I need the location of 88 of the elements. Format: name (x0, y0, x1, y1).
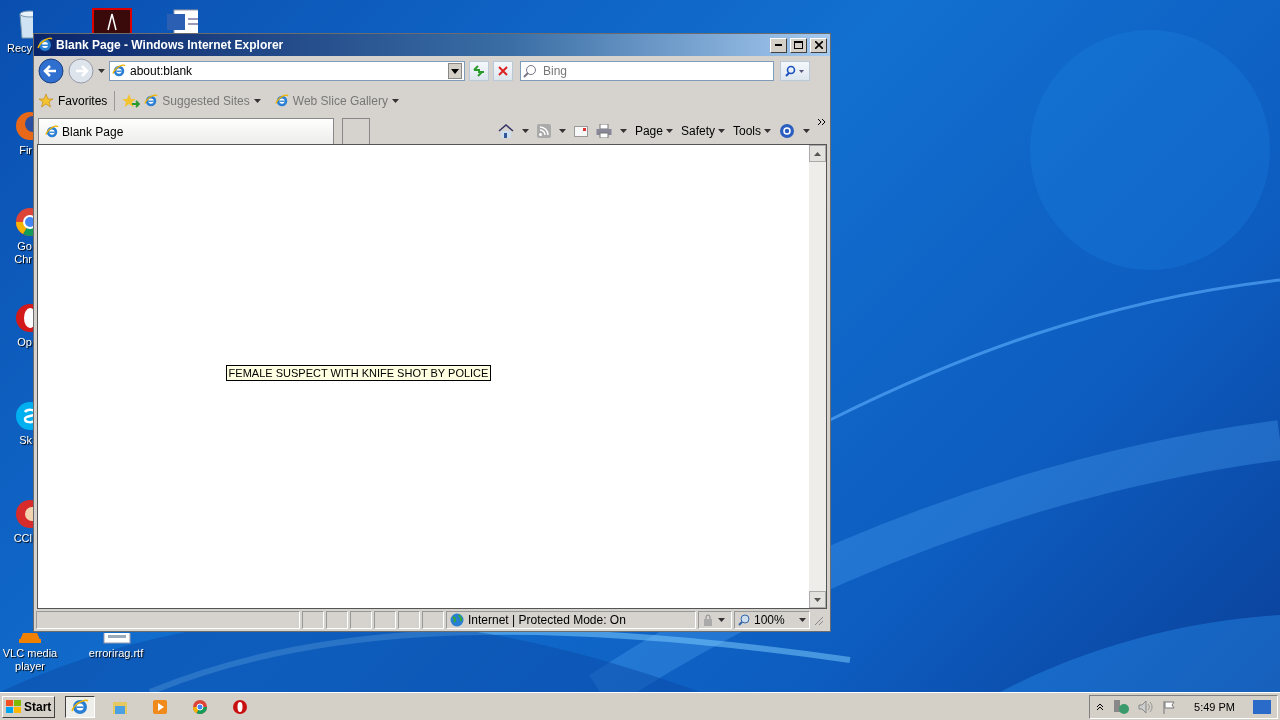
command-menu[interactable]: Page (634, 124, 673, 138)
e-logo-icon (112, 64, 126, 78)
icon-label: Chr (14, 253, 32, 266)
minimize-button[interactable] (770, 37, 787, 53)
refresh-button[interactable] (469, 61, 489, 81)
app-icon (231, 697, 250, 716)
scrollbar[interactable] (809, 145, 826, 608)
lock-icon (702, 614, 714, 626)
icon-label: CCl (13, 532, 32, 545)
app-icon (151, 697, 170, 716)
refresh-icon (473, 65, 485, 77)
status-pane (422, 611, 444, 629)
browser-tab[interactable]: Blank Page (38, 118, 334, 144)
flag-icon[interactable] (1162, 699, 1177, 714)
status-pane (398, 611, 420, 629)
status-pane (350, 611, 372, 629)
status-pane (302, 611, 324, 629)
caret-icon (98, 69, 105, 73)
caret-icon (764, 129, 771, 133)
icon-label: Op (17, 336, 32, 349)
search-icon (523, 64, 537, 78)
e-logo-icon (37, 37, 53, 53)
caret-icon (253, 99, 261, 103)
icon-label: Go (17, 240, 32, 253)
star-icon (38, 93, 54, 109)
help-icon[interactable] (779, 123, 795, 139)
minimize-icon (775, 44, 782, 46)
stop-button[interactable] (493, 61, 513, 81)
icon-label: Fir (19, 144, 32, 157)
status-pane (326, 611, 348, 629)
icon-label: errorirag.rtf (88, 647, 144, 660)
e-logo-icon (45, 124, 59, 139)
zoom-icon (738, 614, 750, 626)
search-button[interactable] (780, 61, 810, 81)
close-icon (814, 41, 823, 49)
mail-icon[interactable] (573, 125, 588, 137)
zoom-button[interactable]: 100% (734, 611, 810, 629)
security-zone[interactable]: Internet | Protected Mode: On (446, 611, 696, 629)
app-icon (191, 697, 210, 716)
resize-grip-icon[interactable] (812, 614, 824, 626)
status-pane (374, 611, 396, 629)
icon-label: Sk (19, 434, 32, 447)
globe-icon (450, 613, 464, 627)
start-button[interactable]: Start (2, 695, 56, 718)
close-button[interactable] (810, 37, 827, 53)
shortcut-icon[interactable] (92, 8, 132, 33)
icon-label: Recy (6, 42, 32, 55)
windows-logo-icon (6, 699, 22, 714)
printer-icon[interactable] (595, 124, 612, 138)
caret-icon (558, 129, 566, 133)
caret-icon (803, 129, 810, 133)
chevron-icon[interactable] (818, 118, 826, 126)
caret-icon (665, 129, 673, 133)
command-menu[interactable]: Tools (733, 124, 771, 138)
caret-icon (718, 618, 725, 622)
search-box[interactable]: Bing (520, 61, 774, 81)
caret-icon (718, 129, 725, 133)
search-icon (785, 65, 805, 77)
caret-icon (799, 618, 806, 622)
caret-icon (619, 129, 627, 133)
address-field[interactable]: about:blank (109, 61, 465, 81)
caret-icon (391, 99, 399, 103)
window-title: Blank Page - Windows Internet Explorer (56, 38, 285, 52)
home-icon[interactable] (497, 123, 514, 139)
up-arrow-icon (814, 151, 821, 156)
icon-label: VLC media (2, 647, 58, 660)
back-button[interactable] (38, 58, 64, 84)
e-logo-icon (274, 94, 289, 108)
show-desktop-icon[interactable] (1253, 699, 1271, 714)
search-field[interactable]: Bing (541, 63, 771, 79)
dropdown-icon (448, 63, 462, 79)
clock[interactable]: 5:49 PM (1194, 700, 1235, 713)
maximize-button[interactable] (790, 37, 807, 53)
e-logo-icon (144, 94, 159, 108)
shortcut-icon[interactable] (14, 400, 33, 432)
maximize-icon (794, 41, 803, 49)
command-menu[interactable]: Safety (680, 124, 725, 138)
chevron-up-icon[interactable] (1096, 702, 1105, 711)
down-arrow-icon (814, 597, 821, 602)
close-icon (498, 66, 508, 76)
caret-icon (521, 129, 529, 133)
protected-mode-button[interactable] (698, 611, 732, 629)
app-icon (71, 697, 90, 716)
icon-label: player (15, 660, 45, 673)
taskbar-button[interactable] (65, 695, 96, 718)
headline-text: FEMALE SUSPECT WITH KNIFE SHOT BY POLICE (225, 364, 492, 381)
favorites-button[interactable]: Favorites (58, 94, 108, 108)
shortcut-icon[interactable] (166, 8, 198, 33)
